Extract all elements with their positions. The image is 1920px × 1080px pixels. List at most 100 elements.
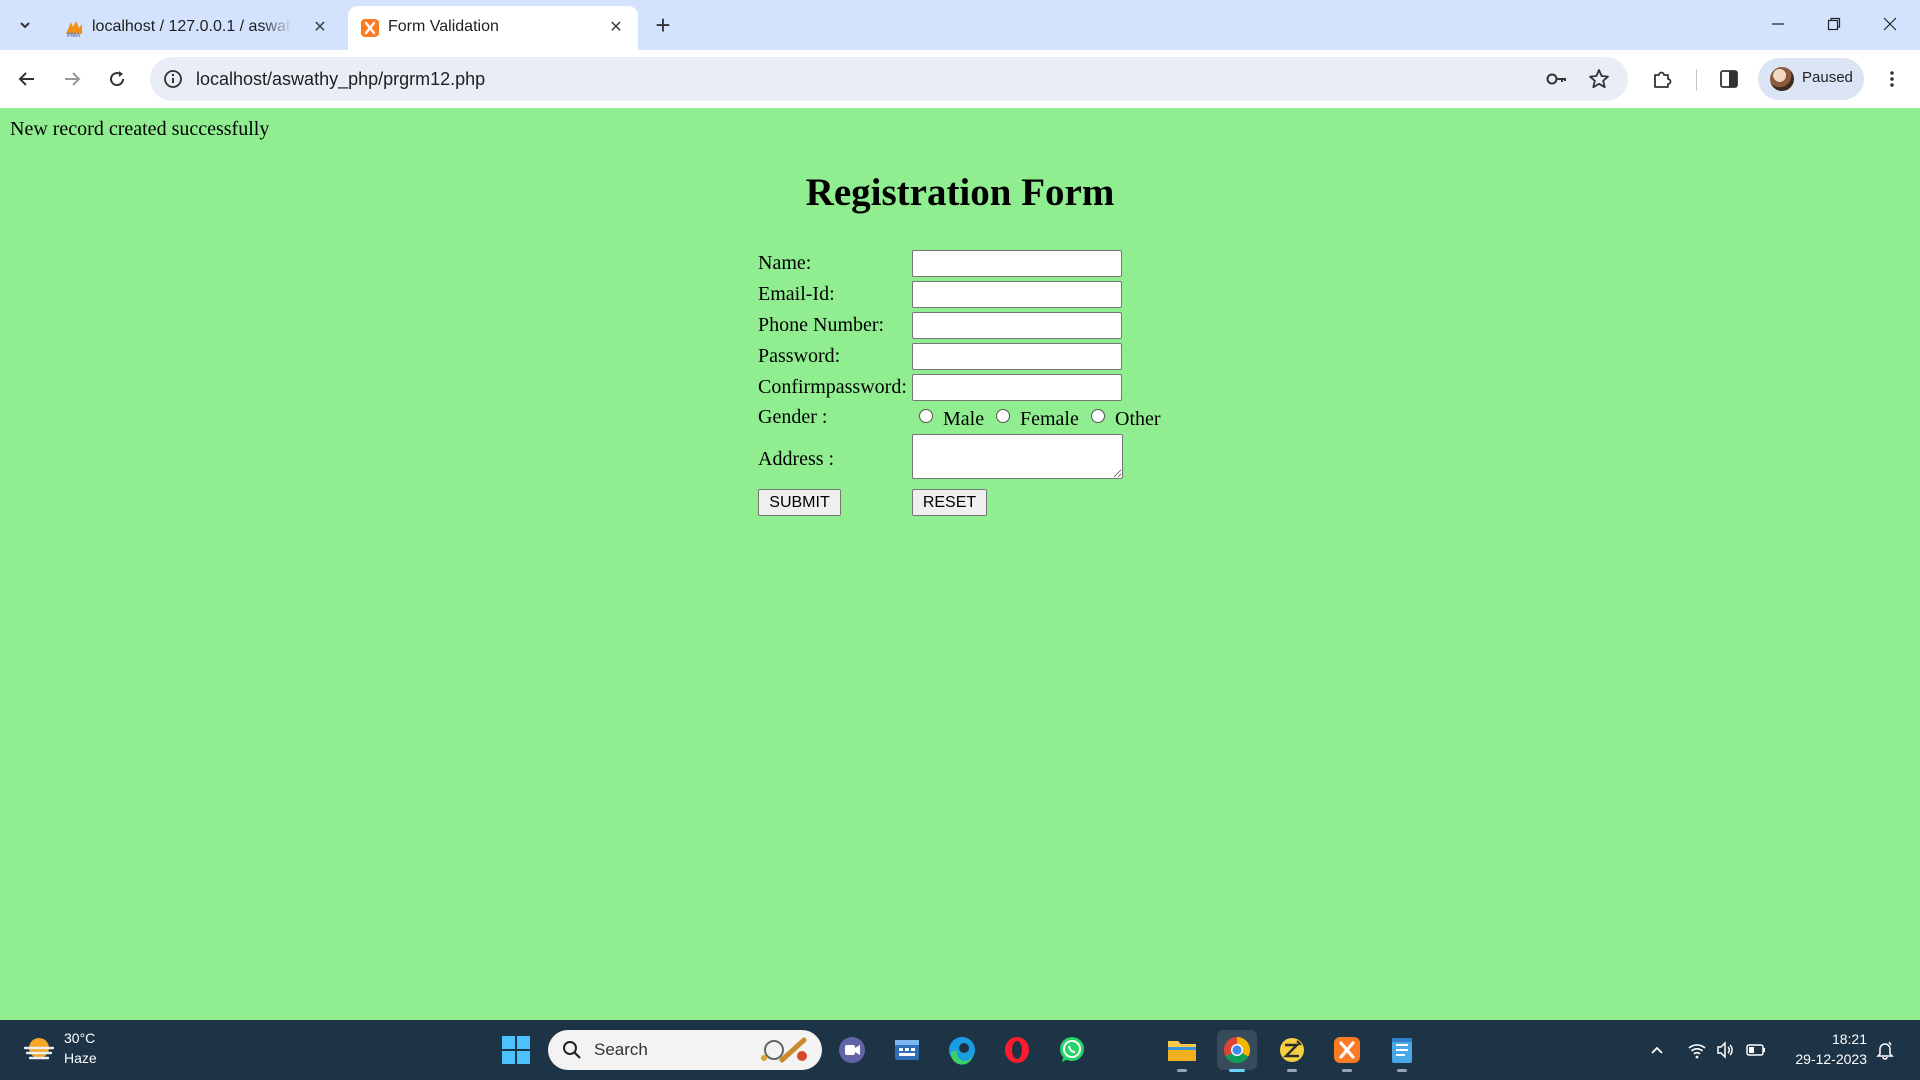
close-icon[interactable]: ✕ [310, 17, 330, 37]
close-icon[interactable]: ✕ [606, 17, 626, 37]
gender-male-label: Male [943, 408, 985, 430]
arrow-right-icon [65, 72, 81, 86]
restore-button[interactable] [1806, 0, 1862, 48]
show-hidden-icons-button[interactable] [1646, 1039, 1668, 1061]
xampp-icon [361, 19, 379, 37]
plus-icon: + [655, 9, 671, 40]
email-input[interactable] [912, 281, 1122, 308]
arrow-left-icon [18, 72, 34, 86]
forward-button[interactable] [54, 61, 90, 97]
taskbar-app-notepad[interactable] [1382, 1030, 1422, 1072]
address-bar[interactable]: localhost/aswathy_php/prgrm12.php [150, 57, 1628, 101]
phone-label: Phone Number: [758, 314, 885, 336]
taskbar-app-store[interactable] [887, 1030, 927, 1070]
submit-button[interactable]: SUBMIT [758, 489, 841, 516]
tab-phpmyadmin[interactable]: PMA localhost / 127.0.0.1 / aswathy_php … [52, 6, 342, 50]
chevron-down-icon [20, 22, 30, 29]
password-label: Password: [758, 345, 841, 367]
phone-input[interactable] [912, 312, 1122, 339]
notepad-icon [1392, 1038, 1412, 1063]
extensions-button[interactable] [1644, 61, 1680, 97]
running-indicator [1287, 1069, 1297, 1072]
profile-status: Paused [1802, 69, 1853, 86]
reload-icon [110, 71, 125, 87]
address-label: Address : [758, 448, 835, 470]
tab-title: localhost / 127.0.0.1 / aswathy_php [92, 18, 292, 35]
tab-search-button[interactable] [10, 10, 40, 40]
gender-female-radio[interactable] [996, 409, 1010, 423]
windows-taskbar: 30°C Haze Search 18:21 29-12-2023 [0, 1020, 1920, 1080]
reset-button[interactable]: RESET [912, 489, 987, 516]
browser-toolbar: localhost/aswathy_php/prgrm12.php Paused [0, 50, 1920, 109]
url-text[interactable]: localhost/aswathy_php/prgrm12.php [196, 69, 485, 90]
taskbar-app-misc[interactable] [1272, 1030, 1312, 1072]
close-icon [1883, 17, 1897, 31]
weather-temperature: 30°C [64, 1030, 96, 1046]
edge-icon [949, 1037, 975, 1065]
gender-other-label: Other [1115, 408, 1161, 430]
menu-button[interactable] [1874, 61, 1910, 97]
new-tab-button[interactable]: + [648, 10, 678, 40]
wifi-icon [1688, 1044, 1706, 1059]
reload-button[interactable] [99, 61, 135, 97]
tab-title: Form Validation [388, 18, 499, 35]
name-input[interactable] [912, 250, 1122, 277]
toolbar-divider [1696, 69, 1697, 91]
tab-form-validation[interactable]: Form Validation ✕ [348, 6, 638, 50]
gender-female-label: Female [1020, 408, 1079, 430]
close-window-button[interactable] [1862, 0, 1918, 48]
windows-start-icon [502, 1036, 530, 1064]
confirm-password-input[interactable] [912, 374, 1122, 401]
clock-date[interactable]: 29-12-2023 [1795, 1051, 1867, 1067]
site-info-button[interactable] [160, 66, 186, 92]
key-icon [1546, 73, 1566, 85]
side-panel-icon [1720, 70, 1738, 88]
running-indicator [1342, 1069, 1352, 1072]
running-indicator [1229, 1069, 1245, 1072]
store-icon [895, 1040, 919, 1060]
taskbar-app-xampp[interactable] [1327, 1030, 1367, 1072]
gender-other-radio[interactable] [1091, 409, 1105, 423]
notifications-button[interactable] [1874, 1039, 1896, 1061]
search-placeholder: Search [594, 1040, 648, 1059]
taskbar-app-chrome[interactable] [1217, 1030, 1257, 1072]
side-panel-button[interactable] [1711, 61, 1747, 97]
page-title: Registration Form [805, 171, 1115, 214]
taskbar-app-edge[interactable] [942, 1030, 982, 1070]
restore-icon [1827, 17, 1841, 31]
taskbar-search[interactable]: Search [548, 1030, 822, 1070]
back-button[interactable] [9, 61, 45, 97]
search-icon [563, 1041, 581, 1059]
search-highlight-icon [761, 1037, 807, 1063]
speaker-icon [1717, 1041, 1733, 1059]
gender-male-radio[interactable] [919, 409, 933, 423]
running-indicator [1397, 1069, 1407, 1072]
bookmark-button[interactable] [1586, 66, 1612, 92]
whatsapp-icon [1060, 1037, 1084, 1062]
browser-tab-bar: PMA localhost / 127.0.0.1 / aswathy_php … [0, 0, 1920, 50]
start-button[interactable] [496, 1030, 536, 1070]
xampp-icon [1334, 1037, 1360, 1063]
more-vertical-icon [1890, 71, 1894, 87]
puzzle-icon [1654, 71, 1672, 88]
battery-button[interactable] [1745, 1039, 1767, 1061]
profile-button[interactable]: Paused [1758, 58, 1864, 100]
file-explorer-icon [1168, 1041, 1196, 1061]
running-indicator [1177, 1069, 1187, 1072]
minimize-button[interactable] [1750, 0, 1806, 48]
chrome-icon [1223, 1036, 1251, 1064]
clock-time[interactable]: 18:21 [1832, 1031, 1867, 1047]
taskbar-app-file-explorer[interactable] [1162, 1030, 1202, 1072]
network-button[interactable] [1686, 1039, 1708, 1061]
opera-icon [1005, 1037, 1029, 1063]
taskbar-app-opera[interactable] [997, 1030, 1037, 1070]
taskbar-app-whatsapp[interactable] [1052, 1030, 1092, 1070]
volume-button[interactable] [1714, 1039, 1736, 1061]
chevron-up-icon [1651, 1046, 1663, 1054]
minimize-icon [1772, 23, 1784, 25]
taskbar-app-meet[interactable] [832, 1030, 872, 1070]
password-key-button[interactable] [1544, 66, 1570, 92]
address-textarea[interactable] [912, 434, 1123, 479]
haze-sun-icon [23, 1038, 55, 1060]
password-input[interactable] [912, 343, 1122, 370]
